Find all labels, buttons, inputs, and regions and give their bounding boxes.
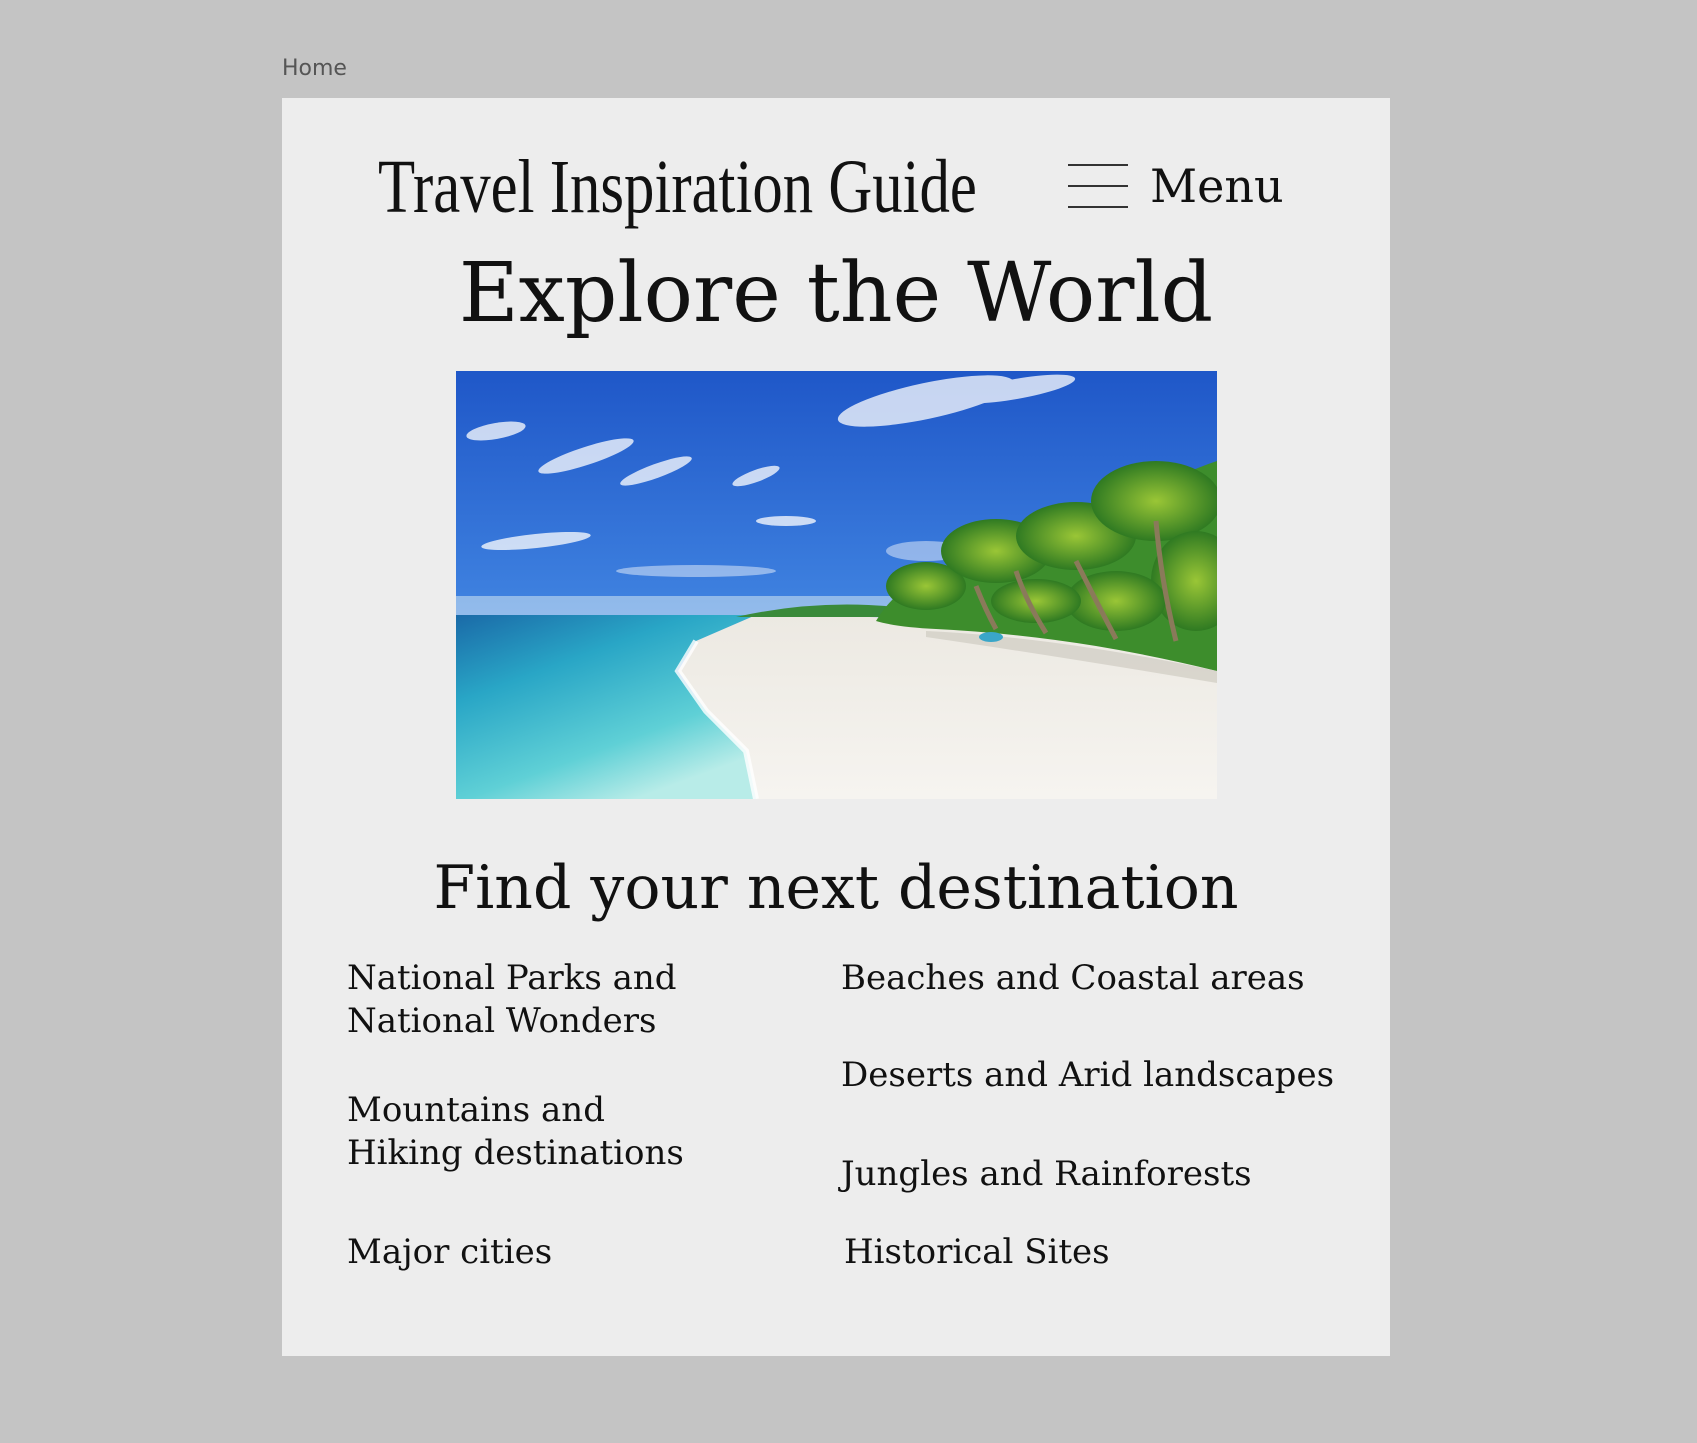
site-title[interactable]: Travel Inspiration Guide bbox=[378, 142, 977, 232]
destination-mountains-link[interactable]: Mountains and Hiking destinations bbox=[347, 1089, 684, 1175]
hero-heading: Explore the World bbox=[458, 246, 1214, 341]
menu-label[interactable]: Menu bbox=[1150, 156, 1284, 216]
destination-deserts-link[interactable]: Deserts and Arid landscapes bbox=[841, 1054, 1334, 1097]
destination-national-parks-link[interactable]: National Parks and National Wonders bbox=[347, 957, 677, 1043]
home-frame: Travel Inspiration Guide Menu Explore th… bbox=[282, 98, 1390, 1356]
menu-button[interactable]: Menu bbox=[1068, 156, 1284, 216]
hamburger-icon[interactable] bbox=[1068, 161, 1128, 211]
beach-palm-trees-image bbox=[456, 371, 1217, 799]
frame-label[interactable]: Home bbox=[282, 56, 347, 81]
destination-beaches-link[interactable]: Beaches and Coastal areas bbox=[841, 957, 1305, 1000]
destination-historical-sites-link[interactable]: Historical Sites bbox=[844, 1231, 1110, 1274]
section-heading: Find your next destination bbox=[433, 853, 1239, 923]
destination-jungles-link[interactable]: Jungles and Rainforests bbox=[841, 1153, 1252, 1196]
destination-major-cities-link[interactable]: Major cities bbox=[347, 1231, 552, 1274]
